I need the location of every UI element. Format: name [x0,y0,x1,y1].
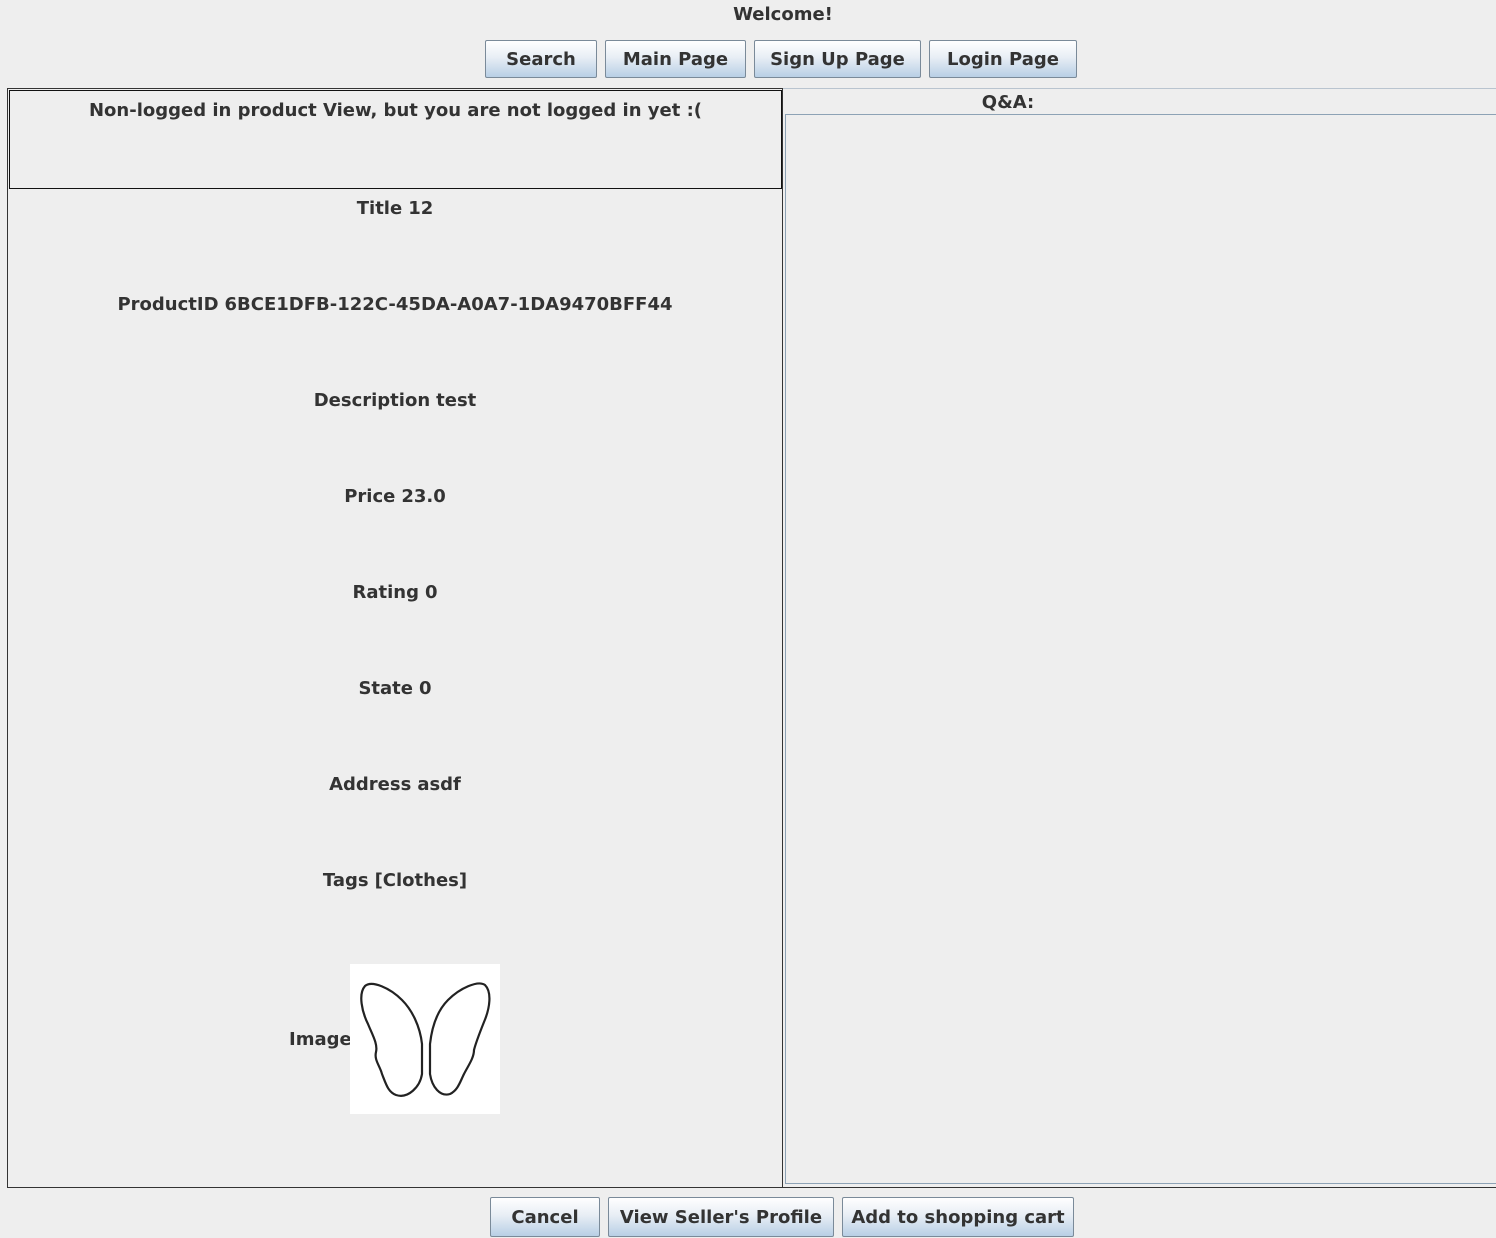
butterfly-wings-icon [360,982,491,1097]
panel-bottom-border [7,1187,1496,1188]
address-value: asdf [417,774,461,795]
rating-label: Rating [352,582,419,603]
tags-label: Tags [322,870,369,891]
cancel-button[interactable]: Cancel [490,1197,600,1237]
login-page-button[interactable]: Login Page [929,40,1077,78]
title-row: Title 12 [9,198,781,219]
image-label: Image [289,1029,352,1050]
main-page-button[interactable]: Main Page [605,40,746,78]
product-id-value: 6BCE1DFB-122C-45DA-A0A7-1DA9470BFF44 [224,294,673,315]
tags-row: Tags [Clothes] [9,870,781,891]
address-row: Address asdf [9,774,781,795]
address-label: Address [329,774,412,795]
price-label: Price [344,486,396,507]
title-label: Title [356,198,403,219]
price-value: 23.0 [401,486,446,507]
rating-value: 0 [424,582,438,603]
state-row: State 0 [9,678,781,699]
view-sellers-profile-button[interactable]: View Seller's Profile [608,1197,834,1237]
sign-up-page-button[interactable]: Sign Up Page [754,40,921,78]
tags-value: [Clothes] [374,870,468,891]
state-value: 0 [419,678,432,699]
qa-content-area[interactable] [785,114,1496,1184]
product-id-label: ProductID [117,294,219,315]
search-button[interactable]: Search [485,40,597,78]
title-value: 12 [408,198,434,219]
description-row: Description test [9,390,781,411]
rating-row: Rating 0 [9,582,781,603]
product-id-row: ProductID 6BCE1DFB-122C-45DA-A0A7-1DA9470… [9,294,781,315]
price-row: Price 23.0 [9,486,781,507]
description-label: Description [313,390,431,411]
qa-panel-top-border [783,88,1496,89]
qa-label: Q&A: [981,92,1035,113]
welcome-title: Welcome! [733,4,833,25]
state-label: State [358,678,413,699]
product-image [350,964,500,1114]
add-to-shopping-cart-button[interactable]: Add to shopping cart [842,1197,1074,1237]
description-value: test [436,390,477,411]
not-logged-in-notice: Non-logged in product View, but you are … [88,100,703,121]
